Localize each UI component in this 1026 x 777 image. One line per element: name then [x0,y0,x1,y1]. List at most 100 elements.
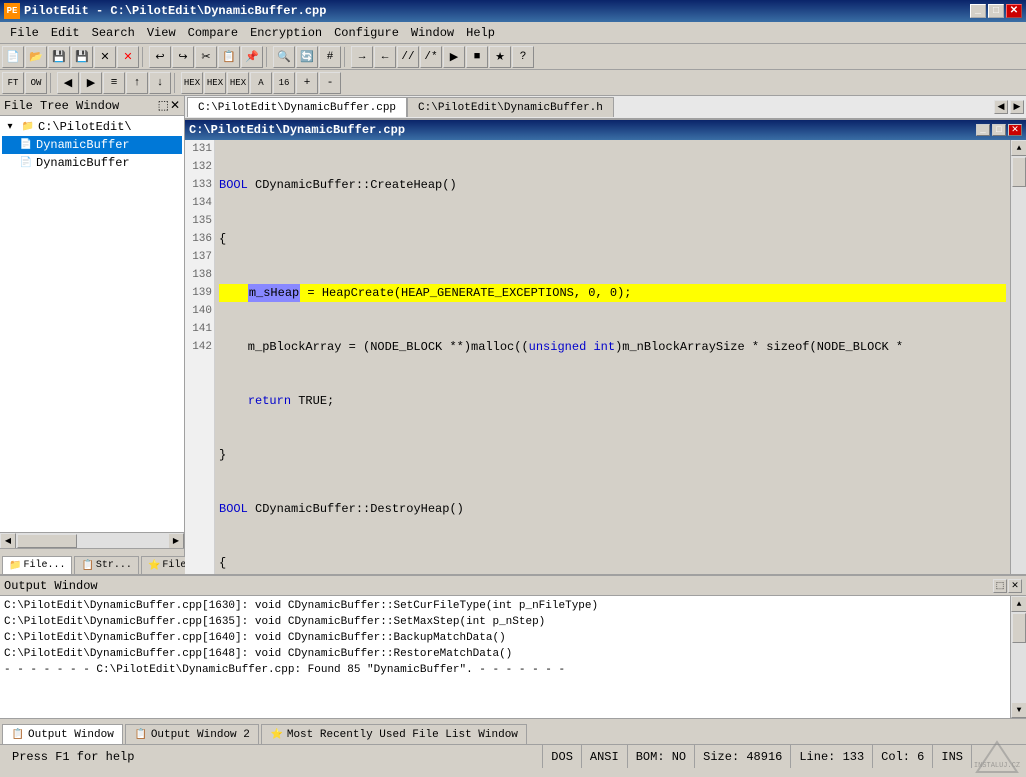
tb-goto[interactable]: # [319,46,341,68]
tb2-output[interactable]: OW [25,72,47,94]
cpp-max-btn[interactable]: □ [992,124,1006,136]
tb2-hex3[interactable]: HEX [227,72,249,94]
left-tab-file[interactable]: 📁 File... [2,556,72,574]
tree-item-0[interactable]: ▾ 📁 C:\PilotEdit\ [2,118,182,136]
rtab-cpp[interactable]: C:\PilotEdit\DynamicBuffer.cpp [187,97,407,117]
output-vscrollbar[interactable]: ▲ ▼ [1010,596,1026,718]
status-bom-text: BOM: NO [636,750,686,764]
tb2-filetree[interactable]: FT [2,72,24,94]
tb-indent[interactable]: → [351,46,373,68]
file-tree-header: File Tree Window ⬚ ✕ [0,96,185,116]
output-title: Output Window [4,579,98,593]
status-help-text: Press F1 for help [12,750,134,764]
tb2-search-next[interactable]: ▶ [80,72,102,94]
status-size: Size: 48916 [695,745,791,768]
tb-stop[interactable]: ■ [466,46,488,68]
tb-run[interactable]: ▶ [443,46,465,68]
tree-label-1: DynamicBuffer [36,138,130,152]
menu-file[interactable]: File [4,24,45,42]
tb2-a[interactable]: A [250,72,272,94]
tb-cut[interactable]: ✂ [195,46,217,68]
panel-close-btn[interactable]: ✕ [170,98,180,113]
maximize-button[interactable]: □ [988,4,1004,18]
output-content[interactable]: C:\PilotEdit\DynamicBuffer.cpp[1630]: vo… [0,596,1010,718]
minimize-button[interactable]: _ [970,4,986,18]
output-close-btn[interactable]: ✕ [1008,579,1022,593]
tree-hscroll-left[interactable]: ◀ [0,533,16,549]
tb-help[interactable]: ? [512,46,534,68]
bottom-tab-recent[interactable]: ⭐ Most Recently Used File List Window [261,724,527,744]
tb-save[interactable]: 💾 [48,46,70,68]
output-scroll-track[interactable] [1011,612,1026,702]
tb-close[interactable]: ✕ [94,46,116,68]
tb-delete[interactable]: ✕ [117,46,139,68]
tab-nav-left[interactable]: ◀ [994,100,1008,114]
menu-configure[interactable]: Configure [328,24,405,42]
tb-open[interactable]: 📂 [25,46,47,68]
cpp-min-btn[interactable]: _ [976,124,990,136]
tb-unindent[interactable]: ← [374,46,396,68]
cpp-scroll-thumb[interactable] [1012,157,1026,187]
tb-uncomment[interactable]: /* [420,46,442,68]
tree-hscroll[interactable]: ◀ ▶ [0,532,185,548]
tb-save-all[interactable]: 💾 [71,46,93,68]
cpp-scroll-track[interactable] [1011,156,1026,574]
tb-paste[interactable]: 📌 [241,46,263,68]
output-scroll-thumb[interactable] [1012,613,1026,643]
tree-hscroll-track[interactable] [16,533,168,548]
tb-undo[interactable]: ↩ [149,46,171,68]
output-float-btn[interactable]: ⬚ [993,579,1007,593]
menu-search[interactable]: Search [86,24,141,42]
output-scroll-down[interactable]: ▼ [1011,702,1026,718]
bottom-tab-output[interactable]: 📋 Output Window [2,724,123,744]
tree-hscroll-thumb[interactable] [17,534,77,548]
bottom-tab-output2-label: Output Window 2 [151,729,250,741]
tb2-down[interactable]: ↓ [149,72,171,94]
status-col-text: Col: 6 [881,750,924,764]
tree-hscroll-right[interactable]: ▶ [168,533,184,549]
tb2-search-prev[interactable]: ◀ [57,72,79,94]
tb-mark[interactable]: ★ [489,46,511,68]
tb2-hex2[interactable]: HEX [204,72,226,94]
tb2-num[interactable]: 16 [273,72,295,94]
left-bottom-tabs: 📁 File... 📋 Str... ⭐ File... [0,548,185,574]
menu-help[interactable]: Help [460,24,501,42]
left-tab-str[interactable]: 📋 Str... [74,556,138,574]
cpp-scroll-up[interactable]: ▲ [1011,140,1026,156]
output-scroll-up[interactable]: ▲ [1011,596,1026,612]
cpp-code-area[interactable]: BOOL CDynamicBuffer::CreateHeap() { m_sH… [215,140,1010,574]
tb2-hex[interactable]: HEX [181,72,203,94]
tb-replace[interactable]: 🔄 [296,46,318,68]
tb-copy[interactable]: 📋 [218,46,240,68]
tb-redo[interactable]: ↪ [172,46,194,68]
menu-view[interactable]: View [141,24,182,42]
tb2-zoom-in[interactable]: + [296,72,318,94]
output-controls: ⬚ ✕ [993,579,1022,593]
left-tab-str-label: Str... [96,560,132,571]
file-icon-1: 📄 [18,137,34,153]
tb2-up[interactable]: ↑ [126,72,148,94]
menu-window[interactable]: Window [405,24,460,42]
toolbar1: 📄 📂 💾 💾 ✕ ✕ ↩ ↪ ✂ 📋 📌 🔍 🔄 # → ← // /* ▶ … [0,44,1026,70]
tree-item-2[interactable]: 📄 DynamicBuffer [2,154,182,172]
menu-encryption[interactable]: Encryption [244,24,328,42]
panel-float-btn[interactable]: ⬚ [158,98,169,113]
close-button[interactable]: ✕ [1006,4,1022,18]
cpp-vscrollbar[interactable]: ▲ ▼ [1010,140,1026,574]
tb-find[interactable]: 🔍 [273,46,295,68]
status-size-text: Size: 48916 [703,750,782,764]
tab-nav-right[interactable]: ▶ [1010,100,1024,114]
menu-edit[interactable]: Edit [45,24,86,42]
tb2-zoom-out[interactable]: - [319,72,341,94]
cpp-close-btn[interactable]: ✕ [1008,124,1022,136]
menu-compare[interactable]: Compare [182,24,244,42]
tb2-list[interactable]: ≡ [103,72,125,94]
rtab-h[interactable]: C:\PilotEdit\DynamicBuffer.h [407,97,614,117]
rtab-cpp-label: C:\PilotEdit\DynamicBuffer.cpp [198,102,396,114]
tb-new[interactable]: 📄 [2,46,24,68]
tree-item-1[interactable]: 📄 DynamicBuffer [2,136,182,154]
code-line-131: BOOL CDynamicBuffer::CreateHeap() [219,176,1006,194]
status-encoding-text: DOS [551,750,573,764]
bottom-tab-output2[interactable]: 📋 Output Window 2 [125,724,259,744]
tb-comment[interactable]: // [397,46,419,68]
